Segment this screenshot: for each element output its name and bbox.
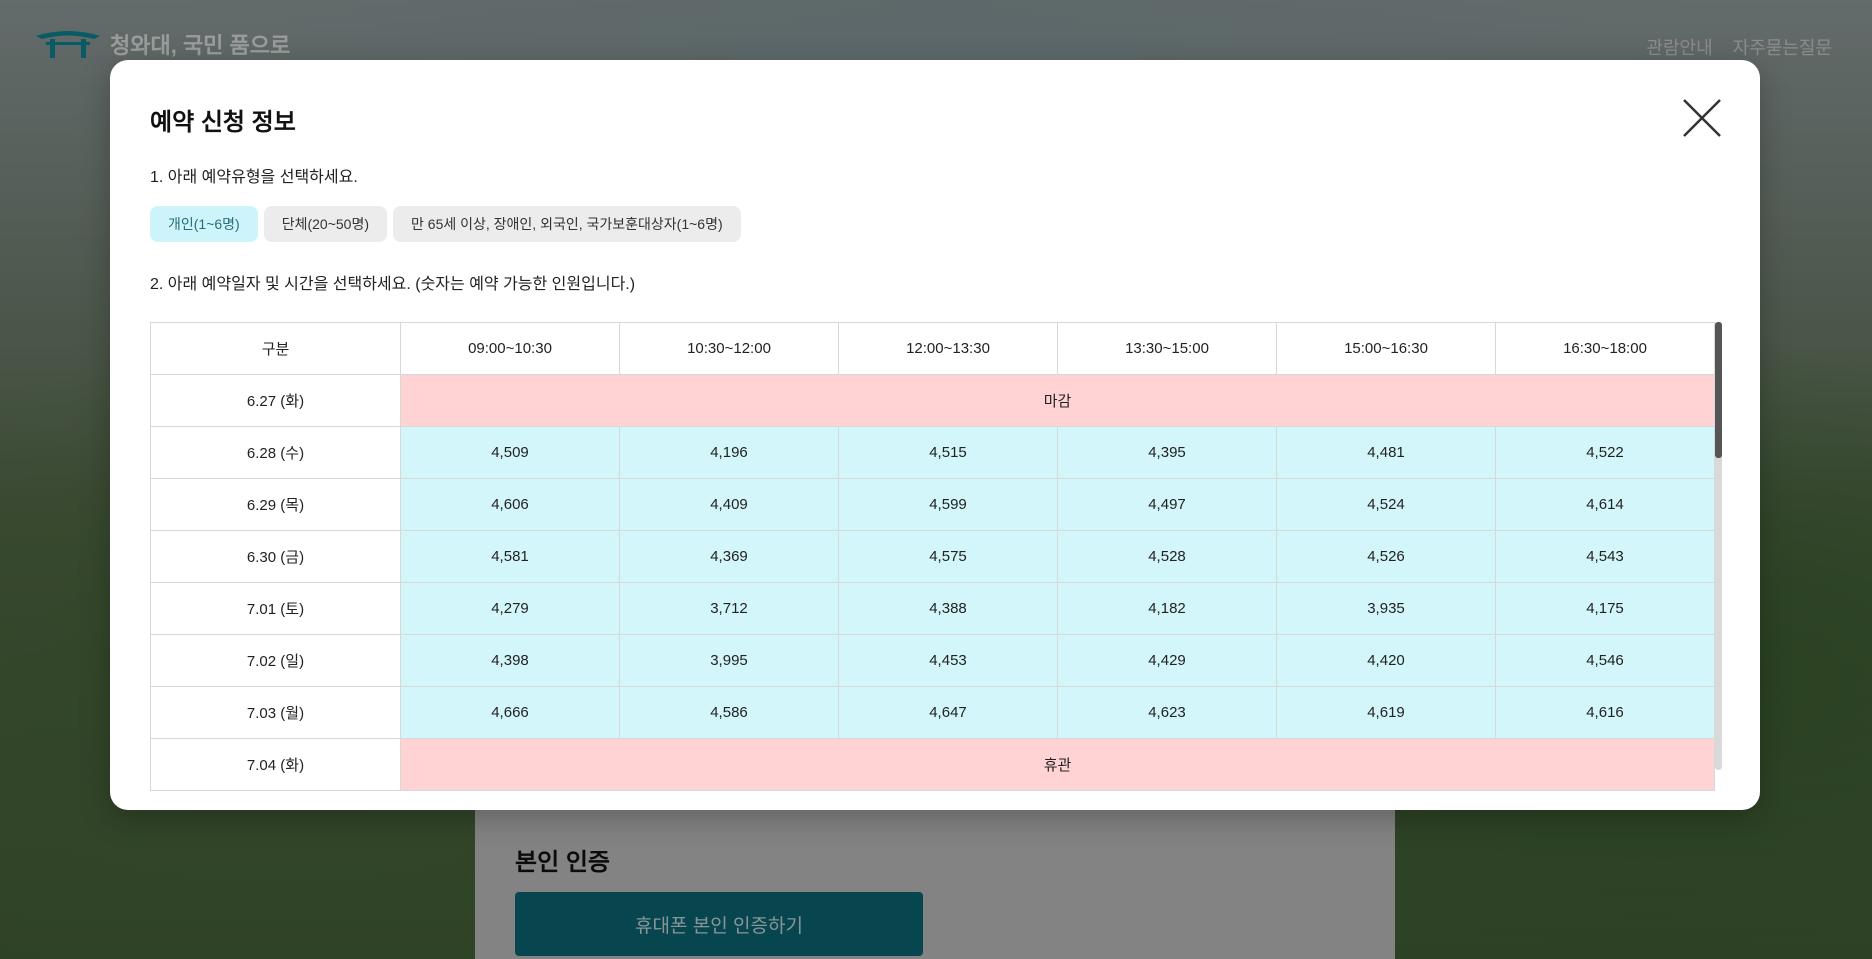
header-cell: 구분	[150, 322, 401, 375]
table-row: 7.04 (화) 휴관	[150, 738, 1715, 791]
timeslot-cell[interactable]: 3,935	[1276, 582, 1496, 635]
table-row: 6.30 (금) 4,581 4,369 4,575 4,528 4,526 4,543	[150, 530, 1715, 583]
timeslot-cell[interactable]: 4,599	[838, 478, 1058, 531]
scrollbar-thumb[interactable]	[1715, 322, 1722, 458]
timeslot-cell[interactable]: 4,522	[1495, 426, 1715, 479]
timeslot-cell[interactable]: 4,543	[1495, 530, 1715, 583]
timeslot-cell[interactable]: 4,515	[838, 426, 1058, 479]
table-header-row: 구분 09:00~10:30 10:30~12:00 12:00~13:30 1…	[150, 322, 1715, 375]
step2-instruction: 2. 아래 예약일자 및 시간을 선택하세요. (숫자는 예약 가능한 인원입니…	[150, 276, 636, 293]
timeslot-cell[interactable]: 4,196	[619, 426, 839, 479]
date-cell: 6.30 (금)	[150, 530, 401, 583]
timeslot-cell[interactable]: 4,481	[1276, 426, 1496, 479]
timeslot-cell[interactable]: 4,616	[1495, 686, 1715, 739]
timeslot-cell[interactable]: 4,420	[1276, 634, 1496, 687]
type-group-button[interactable]: 단체(20~50명)	[263, 206, 388, 242]
timeslot-cell[interactable]: 4,509	[400, 426, 620, 479]
timeslot-cell[interactable]: 4,606	[400, 478, 620, 531]
timeslot-cell[interactable]: 4,182	[1057, 582, 1277, 635]
timeslot-cell[interactable]: 4,575	[838, 530, 1058, 583]
timeslot-cell[interactable]: 4,398	[400, 634, 620, 687]
header-cell: 15:00~16:30	[1276, 322, 1496, 375]
timeslot-cell[interactable]: 4,429	[1057, 634, 1277, 687]
table-row: 6.29 (목) 4,606 4,409 4,599 4,497 4,524 4,614	[150, 478, 1715, 531]
timeslot-cell[interactable]: 3,712	[619, 582, 839, 635]
timeslot-cell[interactable]: 4,619	[1276, 686, 1496, 739]
date-cell: 7.01 (토)	[150, 582, 401, 635]
timeslot-cell[interactable]: 4,369	[619, 530, 839, 583]
close-icon[interactable]	[1680, 96, 1724, 140]
timeslot-cell[interactable]: 4,395	[1057, 426, 1277, 479]
date-cell: 6.29 (목)	[150, 478, 401, 531]
header-cell: 09:00~10:30	[400, 322, 620, 375]
date-cell: 7.02 (일)	[150, 634, 401, 687]
reservation-modal: 예약 신청 정보 1. 아래 예약유형을 선택하세요. 개인(1~6명) 단체(…	[110, 60, 1760, 810]
header-cell: 13:30~15:00	[1057, 322, 1277, 375]
closed-status-cell: 휴관	[400, 738, 1715, 791]
timeslot-cell[interactable]: 4,409	[619, 478, 839, 531]
type-individual-button[interactable]: 개인(1~6명)	[150, 206, 258, 242]
closed-status-cell: 마감	[400, 374, 1715, 427]
schedule-table-body: 6.27 (화) 마감 6.28 (수) 4,509 4,196 4,515 4,395 4,…	[150, 374, 1715, 791]
timeslot-cell[interactable]: 4,546	[1495, 634, 1715, 687]
timeslot-cell[interactable]: 4,623	[1057, 686, 1277, 739]
header-cell: 12:00~13:30	[838, 322, 1058, 375]
timeslot-cell[interactable]: 4,614	[1495, 478, 1715, 531]
date-cell: 7.04 (화)	[150, 738, 401, 791]
timeslot-cell[interactable]: 4,497	[1057, 478, 1277, 531]
timeslot-cell[interactable]: 4,453	[838, 634, 1058, 687]
timeslot-cell[interactable]: 4,388	[838, 582, 1058, 635]
header-cell: 16:30~18:00	[1495, 322, 1715, 375]
timeslot-cell[interactable]: 4,666	[400, 686, 620, 739]
table-row: 7.02 (일) 4,398 3,995 4,453 4,429 4,420 4,546	[150, 634, 1715, 687]
timeslot-cell[interactable]: 4,279	[400, 582, 620, 635]
timeslot-cell[interactable]: 4,175	[1495, 582, 1715, 635]
timeslot-cell[interactable]: 4,647	[838, 686, 1058, 739]
table-scrollbar[interactable]	[1715, 322, 1722, 770]
timeslot-cell[interactable]: 4,586	[619, 686, 839, 739]
table-row: 7.01 (토) 4,279 3,712 4,388 4,182 3,935 4,175	[150, 582, 1715, 635]
date-cell: 7.03 (월)	[150, 686, 401, 739]
table-row: 6.28 (수) 4,509 4,196 4,515 4,395 4,481 4,522	[150, 426, 1715, 479]
timeslot-cell[interactable]: 3,995	[619, 634, 839, 687]
timeslot-cell[interactable]: 4,526	[1276, 530, 1496, 583]
date-cell: 6.28 (수)	[150, 426, 401, 479]
modal-title: 예약 신청 정보	[150, 109, 296, 136]
step1-instruction: 1. 아래 예약유형을 선택하세요.	[150, 169, 358, 186]
table-row: 6.27 (화) 마감	[150, 374, 1715, 427]
timeslot-cell[interactable]: 4,524	[1276, 478, 1496, 531]
schedule-table: 구분 09:00~10:30 10:30~12:00 12:00~13:30 1…	[150, 322, 1715, 791]
timeslot-cell[interactable]: 4,528	[1057, 530, 1277, 583]
header-cell: 10:30~12:00	[619, 322, 839, 375]
schedule-table-container: 구분 09:00~10:30 10:30~12:00 12:00~13:30 1…	[150, 322, 1722, 807]
table-row: 7.03 (월) 4,666 4,586 4,647 4,623 4,619 4,616	[150, 686, 1715, 739]
reservation-type-group: 개인(1~6명) 단체(20~50명) 만 65세 이상, 장애인, 외국인, …	[150, 206, 741, 242]
date-cell: 6.27 (화)	[150, 374, 401, 427]
type-priority-button[interactable]: 만 65세 이상, 장애인, 외국인, 국가보훈대상자(1~6명)	[393, 206, 741, 242]
timeslot-cell[interactable]: 4,581	[400, 530, 620, 583]
